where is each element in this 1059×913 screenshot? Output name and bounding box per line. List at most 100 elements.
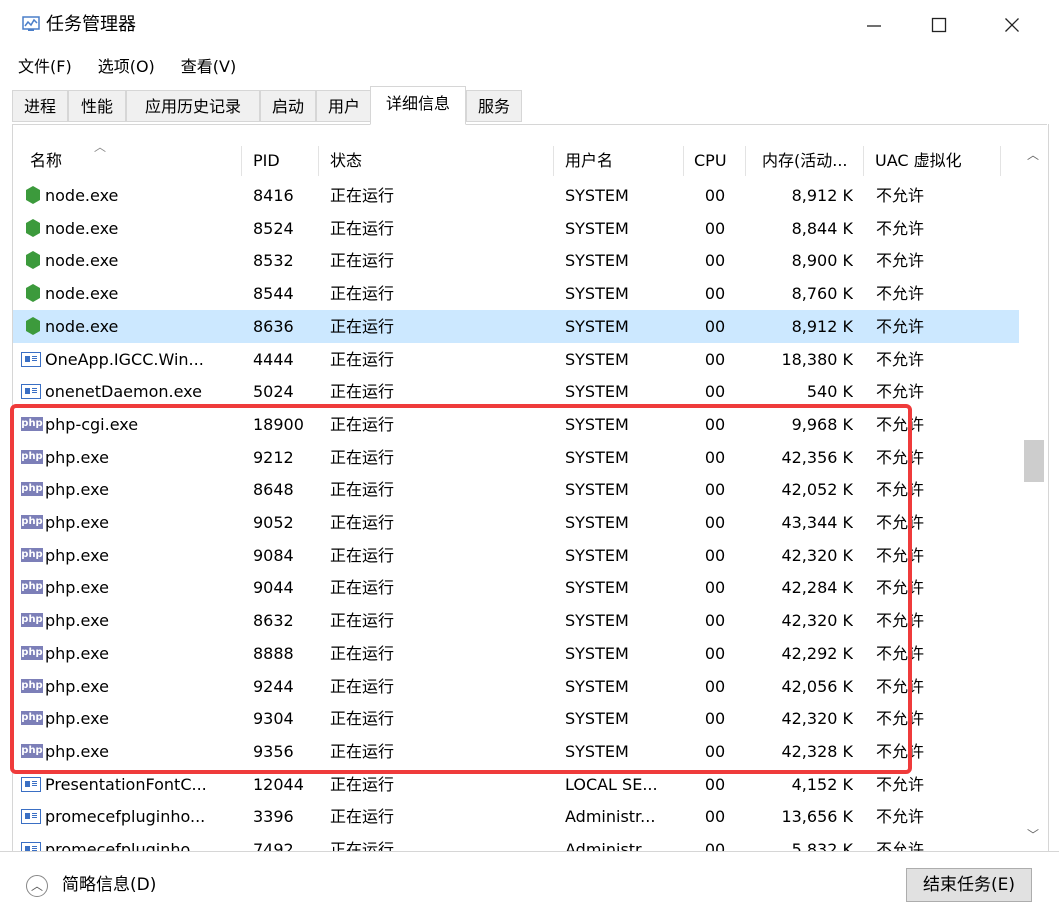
end-task-button[interactable]: 结束任务(E) (906, 868, 1032, 902)
process-row[interactable]: node.exe 8544 正在运行 SYSTEM 00 8,760 K 不允许 (13, 277, 1019, 310)
process-pid: 8632 (253, 611, 294, 631)
process-row[interactable]: php php.exe 9356 正在运行 SYSTEM 00 42,328 K 不允许 (13, 735, 1019, 768)
process-row[interactable]: node.exe 8532 正在运行 SYSTEM 00 8,900 K 不允许 (13, 244, 1019, 277)
process-row[interactable]: node.exe 8416 正在运行 SYSTEM 00 8,912 K 不允许 (13, 179, 1019, 212)
vertical-scrollbar[interactable] (1020, 144, 1046, 851)
process-uac: 不允许 (876, 447, 925, 467)
process-name: node.exe (45, 251, 119, 271)
process-row[interactable]: onenetDaemon.exe 5024 正在运行 SYSTEM 00 540 K 不允许 (13, 375, 1019, 408)
process-row[interactable]: php php.exe 9212 正在运行 SYSTEM 00 42,356 K 不允许 (13, 441, 1019, 474)
process-row[interactable]: php php.exe 9044 正在运行 SYSTEM 00 42,284 K 不允许 (13, 571, 1019, 604)
process-cpu: 00 (704, 774, 726, 794)
process-status: 正在运行 (330, 807, 395, 827)
process-memory: 42,320 K (781, 545, 853, 565)
fewer-details-link[interactable]: 简略信息(D) (62, 870, 156, 900)
process-name: node.exe (45, 218, 119, 238)
process-pid: 12044 (253, 774, 304, 794)
process-row[interactable]: php php.exe 8632 正在运行 SYSTEM 00 42,320 K 不允许 (13, 604, 1019, 637)
process-memory: 13,656 K (781, 807, 853, 827)
scroll-down-icon[interactable]: ﹀ (1020, 826, 1046, 846)
process-pid: 8532 (253, 251, 294, 271)
process-pid: 8544 (253, 284, 294, 304)
php-icon: php (21, 416, 43, 431)
process-row[interactable]: php php.exe 9304 正在运行 SYSTEM 00 42,320 K 不允许 (13, 702, 1019, 735)
process-pid: 8524 (253, 218, 294, 238)
process-uac: 不允许 (876, 840, 925, 851)
scroll-up-icon[interactable]: ︿ (1020, 146, 1046, 166)
process-memory: 18,380 K (781, 349, 853, 369)
process-username: SYSTEM (565, 284, 629, 304)
process-status: 正在运行 (330, 643, 395, 663)
process-memory: 42,056 K (781, 676, 853, 696)
process-status: 正在运行 (330, 186, 395, 205)
process-pid: 7492 (253, 840, 294, 851)
process-uac: 不允许 (876, 480, 925, 500)
process-status: 正在运行 (330, 774, 395, 794)
process-uac: 不允许 (876, 774, 925, 794)
process-username: Administr... (565, 807, 656, 827)
process-status: 正在运行 (330, 251, 395, 271)
process-name: node.exe (45, 284, 119, 304)
process-uac: 不允许 (876, 611, 925, 631)
process-memory: 42,320 K (781, 611, 853, 631)
process-name: php-cgi.exe (45, 414, 139, 434)
process-cpu: 00 (704, 807, 726, 827)
process-uac: 不允许 (876, 284, 925, 304)
process-name: node.exe (45, 186, 119, 205)
process-status: 正在运行 (330, 741, 395, 761)
process-username: SYSTEM (565, 316, 629, 336)
process-row[interactable]: OneApp.IGCC.Win... 4444 正在运行 SYSTEM 00 18,380… (13, 343, 1019, 376)
process-memory: 42,320 K (781, 709, 853, 729)
process-row[interactable]: php php.exe 9244 正在运行 SYSTEM 00 42,056 K 不允许 (13, 670, 1019, 703)
process-name: php.exe (45, 545, 109, 565)
php-icon: php (21, 547, 43, 562)
process-username: SYSTEM (565, 545, 629, 565)
process-name: php.exe (45, 676, 109, 696)
process-memory: 42,052 K (781, 480, 853, 500)
process-name: promecefpluginho... (45, 840, 206, 851)
process-name: PresentationFontC... (45, 774, 207, 794)
php-icon: php (21, 482, 43, 497)
process-pid: 9304 (253, 709, 294, 729)
process-uac: 不允许 (876, 513, 925, 532)
process-row[interactable]: node.exe 8524 正在运行 SYSTEM 00 8,844 K 不允许 (13, 212, 1019, 245)
process-row[interactable]: php php.exe 8888 正在运行 SYSTEM 00 42,292 K 不允许 (13, 637, 1019, 670)
process-row[interactable]: php php-cgi.exe 18900 正在运行 SYSTEM 00 9,968 K 不允… (13, 408, 1019, 441)
php-icon: php (21, 645, 43, 660)
process-row[interactable]: node.exe 8636 正在运行 SYSTEM 00 8,912 K 不允许 (13, 309, 1019, 343)
process-uac: 不允许 (876, 186, 925, 205)
process-username: LOCAL SE... (565, 774, 658, 794)
footer-divider (0, 851, 1059, 852)
process-row[interactable]: php php.exe 8648 正在运行 SYSTEM 00 42,052 K 不允许 (13, 473, 1019, 506)
process-pid: 9356 (253, 741, 294, 761)
process-name: php.exe (45, 611, 109, 631)
process-pid: 8416 (253, 186, 294, 205)
process-status: 正在运行 (330, 513, 395, 532)
chevron-up-icon[interactable]: ︿ (26, 875, 48, 897)
process-pid: 9244 (253, 676, 294, 696)
process-status: 正在运行 (330, 447, 395, 467)
process-pid: 4444 (253, 349, 294, 369)
process-row[interactable]: promecefpluginho... 7492 正在运行 Administr... 0… (13, 833, 1019, 851)
process-username: SYSTEM (565, 578, 629, 598)
process-username: SYSTEM (565, 709, 629, 729)
process-row[interactable]: PresentationFontC... 12044 正在运行 LOCAL SE...… (13, 768, 1019, 801)
process-username: SYSTEM (565, 676, 629, 696)
process-row[interactable]: php php.exe 9084 正在运行 SYSTEM 00 42,320 K 不允许 (13, 539, 1019, 572)
process-cpu: 00 (704, 480, 726, 500)
process-row[interactable]: promecefpluginho... 3396 正在运行 Administr... 0… (13, 800, 1019, 833)
scroll-thumb[interactable] (1024, 440, 1044, 482)
process-cpu: 00 (704, 382, 726, 402)
process-cpu: 00 (704, 709, 726, 729)
process-status: 正在运行 (330, 545, 395, 565)
process-row[interactable]: php php.exe 9052 正在运行 SYSTEM 00 43,344 K 不允许 (13, 506, 1019, 539)
process-cpu: 00 (704, 741, 726, 761)
process-cpu: 00 (704, 578, 726, 598)
process-status: 正在运行 (330, 676, 395, 696)
php-icon: php (21, 743, 43, 758)
process-username: SYSTEM (565, 643, 629, 663)
process-name: php.exe (45, 741, 109, 761)
process-name: php.exe (45, 709, 109, 729)
process-cpu: 00 (704, 545, 726, 565)
php-icon: php (21, 515, 43, 529)
